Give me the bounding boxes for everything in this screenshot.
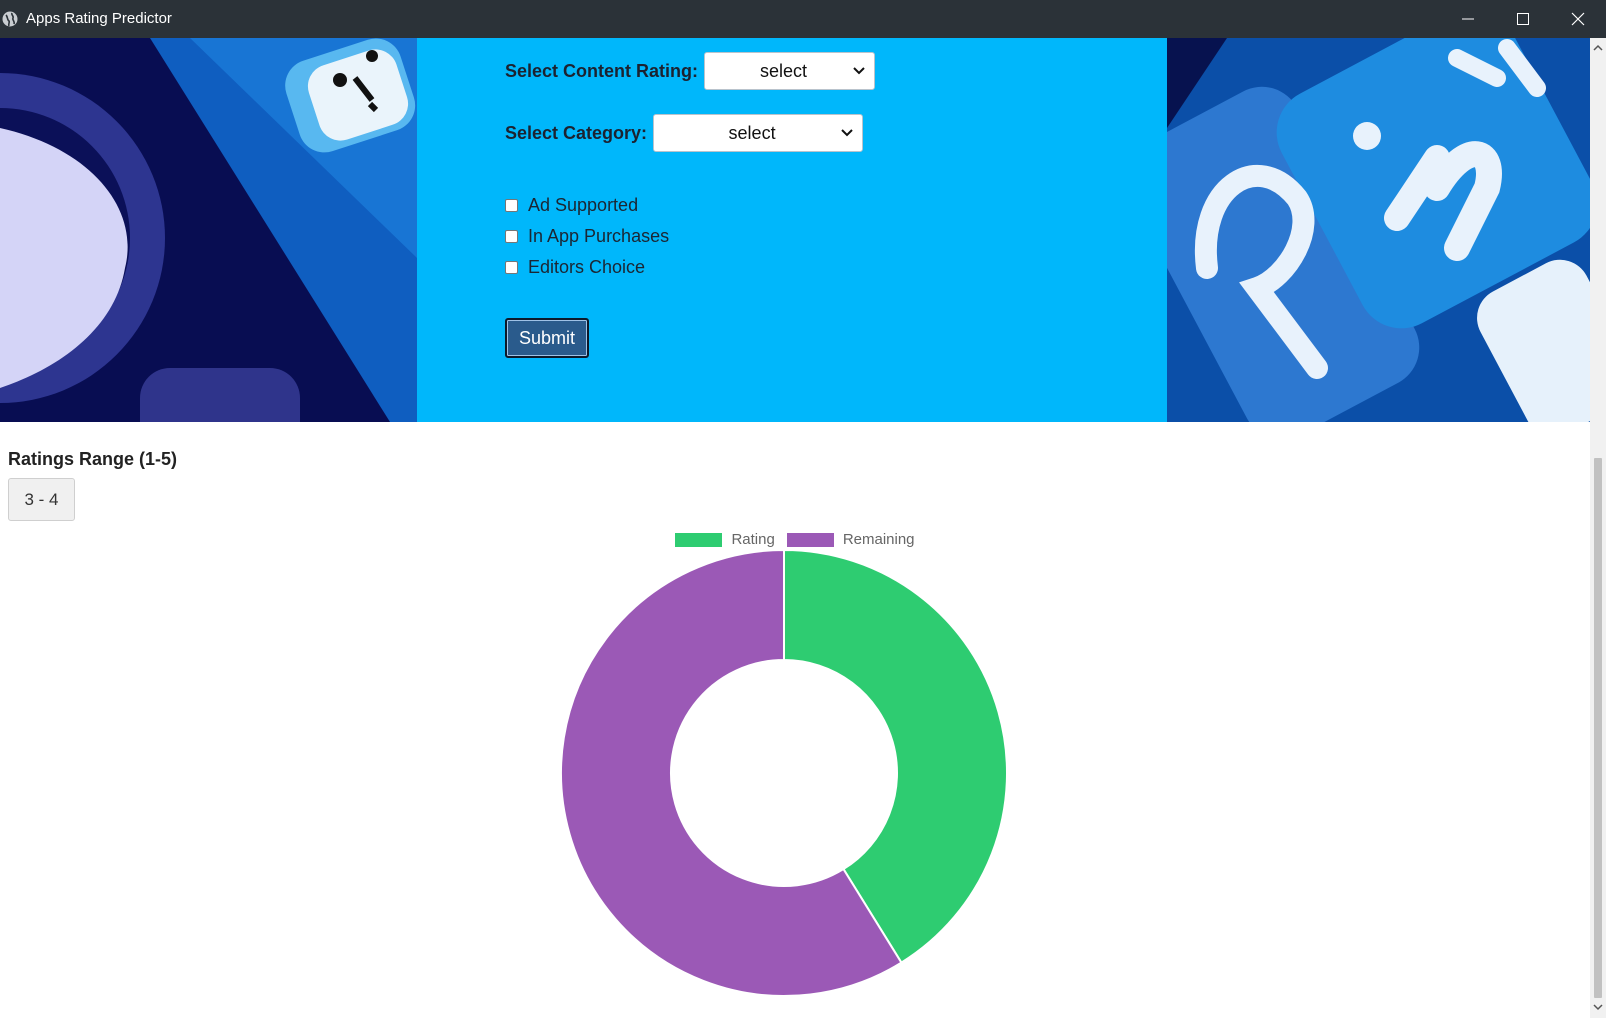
editors-choice-label: Editors Choice	[528, 257, 646, 277]
legend-item-rating[interactable]: Rating	[675, 531, 775, 548]
hero-image-left	[0, 38, 417, 422]
legend-label-rating: Rating	[731, 531, 775, 548]
maximize-button[interactable]	[1495, 0, 1551, 38]
legend-label-remaining: Remaining	[842, 531, 915, 548]
in-app-purchases-checkbox[interactable]	[505, 230, 518, 243]
ad-supported-option[interactable]: Ad Supported	[505, 195, 638, 216]
content-rating-select[interactable]: select	[704, 52, 876, 90]
window-titlebar: Apps Rating Predictor	[0, 0, 1606, 38]
editors-choice-checkbox[interactable]	[505, 261, 518, 274]
scroll-up-icon[interactable]	[1593, 43, 1603, 53]
scroll-down-icon[interactable]	[1593, 1002, 1603, 1012]
legend-swatch-rating	[675, 532, 723, 547]
category-row: Select Category: select	[505, 114, 864, 152]
category-value: select	[728, 122, 776, 143]
ad-supported-checkbox[interactable]	[505, 199, 518, 212]
content-rating-value: select	[760, 60, 808, 81]
scrollbar-thumb[interactable]	[1594, 458, 1602, 998]
app-icons-background-right	[1167, 38, 1590, 422]
chart-legend: Rating Remaining	[0, 531, 1590, 548]
chevron-down-icon	[841, 129, 853, 137]
minimize-icon	[1462, 18, 1474, 20]
chevron-down-icon	[853, 67, 865, 75]
in-app-purchases-option[interactable]: In App Purchases	[505, 226, 669, 247]
in-app-purchases-label: In App Purchases	[528, 226, 670, 246]
category-select[interactable]: select	[653, 114, 864, 152]
legend-swatch-remaining	[786, 532, 834, 547]
content-rating-label: Select Content Rating:	[505, 60, 699, 81]
page-scrollbar[interactable]	[1590, 38, 1606, 1018]
minimize-button[interactable]	[1440, 0, 1496, 38]
app-globe-icon	[2, 11, 18, 27]
hero-image-right	[1167, 38, 1590, 422]
category-label: Select Category:	[505, 122, 648, 143]
ratings-range-badge: 3 - 4	[8, 478, 75, 521]
close-icon	[1571, 12, 1585, 26]
submit-button[interactable]: Submit	[505, 318, 589, 358]
rating-doughnut-chart	[560, 550, 1008, 997]
legend-item-remaining[interactable]: Remaining	[786, 531, 915, 548]
app-icons-background-left	[0, 38, 417, 422]
prediction-form: Select Content Rating: select Select Cat…	[417, 38, 1167, 422]
hero-section: Select Content Rating: select Select Cat…	[0, 38, 1590, 422]
close-button[interactable]	[1550, 0, 1606, 38]
ad-supported-label: Ad Supported	[528, 195, 639, 215]
editors-choice-option[interactable]: Editors Choice	[505, 257, 645, 278]
ratings-range-title: Ratings Range (1-5)	[8, 449, 178, 469]
content-rating-row: Select Content Rating: select	[505, 52, 876, 90]
maximize-icon	[1517, 13, 1529, 25]
window-title: Apps Rating Predictor	[26, 10, 172, 27]
